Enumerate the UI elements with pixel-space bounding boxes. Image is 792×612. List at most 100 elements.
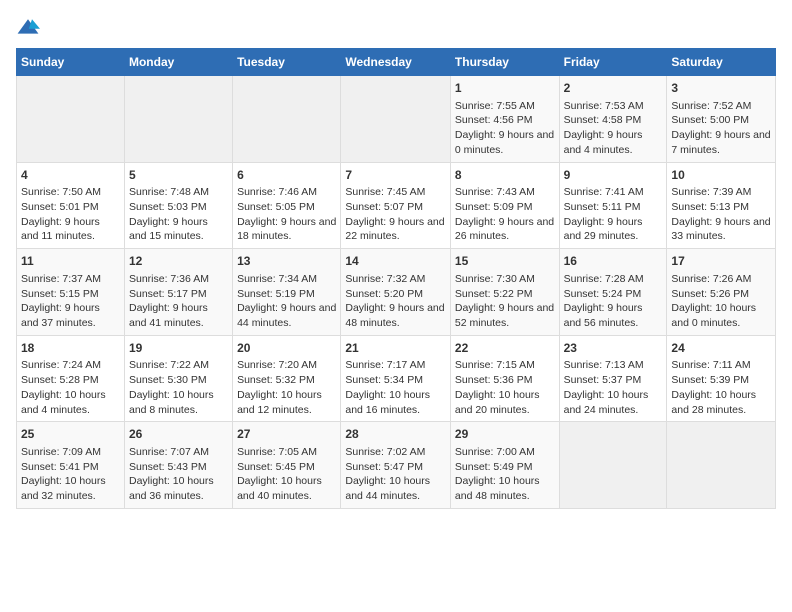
logo-icon — [16, 16, 40, 40]
weekday-header: Wednesday — [341, 49, 451, 76]
day-number: 10 — [671, 167, 771, 184]
day-info: Sunrise: 7:24 AM Sunset: 5:28 PM Dayligh… — [21, 358, 120, 417]
day-number: 5 — [129, 167, 228, 184]
day-info: Sunrise: 7:43 AM Sunset: 5:09 PM Dayligh… — [455, 185, 555, 244]
calendar-day-cell: 3 Sunrise: 7:52 AM Sunset: 5:00 PM Daylig… — [667, 76, 776, 163]
calendar-week-row: 18Sunrise: 7:24 AM Sunset: 5:28 PM Dayli… — [17, 335, 776, 422]
calendar-day-cell: 2 Sunrise: 7:53 AM Sunset: 4:58 PM Daylig… — [559, 76, 667, 163]
calendar-week-row: 1 Sunrise: 7:55 AM Sunset: 4:56 PM Daylig… — [17, 76, 776, 163]
calendar-day-cell — [124, 76, 232, 163]
calendar-day-cell — [341, 76, 451, 163]
calendar-week-row: 4Sunrise: 7:50 AM Sunset: 5:01 PM Daylig… — [17, 162, 776, 249]
day-info: Sunrise: 7:45 AM Sunset: 5:07 PM Dayligh… — [345, 185, 446, 244]
day-number: 15 — [455, 253, 555, 270]
day-number: 26 — [129, 426, 228, 443]
calendar-day-cell: 29 Sunrise: 7:00 AM Sunset: 5:49 PM Dayli… — [450, 422, 559, 509]
calendar-day-cell: 26 Sunrise: 7:07 AM Sunset: 5:43 PM Dayli… — [124, 422, 232, 509]
calendar-day-cell — [667, 422, 776, 509]
calendar-day-cell: 13Sunrise: 7:34 AM Sunset: 5:19 PM Dayli… — [233, 249, 341, 336]
calendar-day-cell: 27Sunrise: 7:05 AM Sunset: 5:45 PM Dayli… — [233, 422, 341, 509]
day-info: Sunrise: 7:11 AM Sunset: 5:39 PM Dayligh… — [671, 358, 771, 417]
calendar-day-cell: 28 Sunrise: 7:02 AM Sunset: 5:47 PM Dayli… — [341, 422, 451, 509]
calendar-table: SundayMondayTuesdayWednesdayThursdayFrid… — [16, 48, 776, 509]
calendar-week-row: 25 Sunrise: 7:09 AM Sunset: 5:41 PM Dayli… — [17, 422, 776, 509]
calendar-day-cell: 14 Sunrise: 7:32 AM Sunset: 5:20 PM Dayli… — [341, 249, 451, 336]
day-info: Sunrise: 7:52 AM Sunset: 5:00 PM Dayligh… — [671, 99, 771, 158]
day-info: Sunrise: 7:13 AM Sunset: 5:37 PM Dayligh… — [564, 358, 663, 417]
weekday-header: Sunday — [17, 49, 125, 76]
day-number: 25 — [21, 426, 120, 443]
day-info: Sunrise: 7:07 AM Sunset: 5:43 PM Dayligh… — [129, 445, 228, 504]
day-info: Sunrise: 7:02 AM Sunset: 5:47 PM Dayligh… — [345, 445, 446, 504]
day-number: 18 — [21, 340, 120, 357]
day-info: Sunrise: 7:55 AM Sunset: 4:56 PM Dayligh… — [455, 99, 555, 158]
calendar-day-cell: 24Sunrise: 7:11 AM Sunset: 5:39 PM Dayli… — [667, 335, 776, 422]
day-info: Sunrise: 7:05 AM Sunset: 5:45 PM Dayligh… — [237, 445, 336, 504]
day-info: Sunrise: 7:26 AM Sunset: 5:26 PM Dayligh… — [671, 272, 771, 331]
calendar-header-row: SundayMondayTuesdayWednesdayThursdayFrid… — [17, 49, 776, 76]
weekday-header: Thursday — [450, 49, 559, 76]
calendar-day-cell: 11 Sunrise: 7:37 AM Sunset: 5:15 PM Dayli… — [17, 249, 125, 336]
day-info: Sunrise: 7:30 AM Sunset: 5:22 PM Dayligh… — [455, 272, 555, 331]
weekday-header: Friday — [559, 49, 667, 76]
day-number: 3 — [671, 80, 771, 97]
day-number: 16 — [564, 253, 663, 270]
calendar-day-cell: 6Sunrise: 7:46 AM Sunset: 5:05 PM Daylig… — [233, 162, 341, 249]
weekday-header: Tuesday — [233, 49, 341, 76]
calendar-day-cell: 10Sunrise: 7:39 AM Sunset: 5:13 PM Dayli… — [667, 162, 776, 249]
calendar-day-cell: 1 Sunrise: 7:55 AM Sunset: 4:56 PM Daylig… — [450, 76, 559, 163]
day-info: Sunrise: 7:00 AM Sunset: 5:49 PM Dayligh… — [455, 445, 555, 504]
day-info: Sunrise: 7:36 AM Sunset: 5:17 PM Dayligh… — [129, 272, 228, 331]
day-number: 21 — [345, 340, 446, 357]
day-number: 19 — [129, 340, 228, 357]
calendar-day-cell: 16 Sunrise: 7:28 AM Sunset: 5:24 PM Dayli… — [559, 249, 667, 336]
calendar-day-cell: 19Sunrise: 7:22 AM Sunset: 5:30 PM Dayli… — [124, 335, 232, 422]
day-number: 29 — [455, 426, 555, 443]
day-number: 11 — [21, 253, 120, 270]
day-info: Sunrise: 7:39 AM Sunset: 5:13 PM Dayligh… — [671, 185, 771, 244]
day-info: Sunrise: 7:48 AM Sunset: 5:03 PM Dayligh… — [129, 185, 228, 244]
day-info: Sunrise: 7:50 AM Sunset: 5:01 PM Dayligh… — [21, 185, 120, 244]
calendar-day-cell — [233, 76, 341, 163]
day-number: 4 — [21, 167, 120, 184]
calendar-week-row: 11 Sunrise: 7:37 AM Sunset: 5:15 PM Dayli… — [17, 249, 776, 336]
day-info: Sunrise: 7:20 AM Sunset: 5:32 PM Dayligh… — [237, 358, 336, 417]
logo — [16, 16, 44, 40]
day-number: 1 — [455, 80, 555, 97]
day-number: 24 — [671, 340, 771, 357]
calendar-day-cell: 15 Sunrise: 7:30 AM Sunset: 5:22 PM Dayli… — [450, 249, 559, 336]
calendar-day-cell: 23Sunrise: 7:13 AM Sunset: 5:37 PM Dayli… — [559, 335, 667, 422]
day-number: 23 — [564, 340, 663, 357]
day-info: Sunrise: 7:09 AM Sunset: 5:41 PM Dayligh… — [21, 445, 120, 504]
day-info: Sunrise: 7:46 AM Sunset: 5:05 PM Dayligh… — [237, 185, 336, 244]
calendar-day-cell: 5Sunrise: 7:48 AM Sunset: 5:03 PM Daylig… — [124, 162, 232, 249]
day-info: Sunrise: 7:22 AM Sunset: 5:30 PM Dayligh… — [129, 358, 228, 417]
page-header — [16, 16, 776, 40]
calendar-day-cell: 9Sunrise: 7:41 AM Sunset: 5:11 PM Daylig… — [559, 162, 667, 249]
day-info: Sunrise: 7:53 AM Sunset: 4:58 PM Dayligh… — [564, 99, 663, 158]
day-number: 17 — [671, 253, 771, 270]
day-info: Sunrise: 7:41 AM Sunset: 5:11 PM Dayligh… — [564, 185, 663, 244]
day-number: 14 — [345, 253, 446, 270]
weekday-header: Saturday — [667, 49, 776, 76]
day-number: 20 — [237, 340, 336, 357]
weekday-header: Monday — [124, 49, 232, 76]
calendar-day-cell: 12Sunrise: 7:36 AM Sunset: 5:17 PM Dayli… — [124, 249, 232, 336]
calendar-day-cell — [559, 422, 667, 509]
day-info: Sunrise: 7:32 AM Sunset: 5:20 PM Dayligh… — [345, 272, 446, 331]
calendar-day-cell — [17, 76, 125, 163]
day-number: 6 — [237, 167, 336, 184]
day-info: Sunrise: 7:15 AM Sunset: 5:36 PM Dayligh… — [455, 358, 555, 417]
calendar-day-cell: 20Sunrise: 7:20 AM Sunset: 5:32 PM Dayli… — [233, 335, 341, 422]
calendar-day-cell: 22Sunrise: 7:15 AM Sunset: 5:36 PM Dayli… — [450, 335, 559, 422]
calendar-day-cell: 7Sunrise: 7:45 AM Sunset: 5:07 PM Daylig… — [341, 162, 451, 249]
calendar-day-cell: 25 Sunrise: 7:09 AM Sunset: 5:41 PM Dayli… — [17, 422, 125, 509]
day-info: Sunrise: 7:28 AM Sunset: 5:24 PM Dayligh… — [564, 272, 663, 331]
day-number: 2 — [564, 80, 663, 97]
day-number: 8 — [455, 167, 555, 184]
day-info: Sunrise: 7:37 AM Sunset: 5:15 PM Dayligh… — [21, 272, 120, 331]
calendar-day-cell: 21Sunrise: 7:17 AM Sunset: 5:34 PM Dayli… — [341, 335, 451, 422]
day-number: 28 — [345, 426, 446, 443]
calendar-day-cell: 8Sunrise: 7:43 AM Sunset: 5:09 PM Daylig… — [450, 162, 559, 249]
day-number: 22 — [455, 340, 555, 357]
